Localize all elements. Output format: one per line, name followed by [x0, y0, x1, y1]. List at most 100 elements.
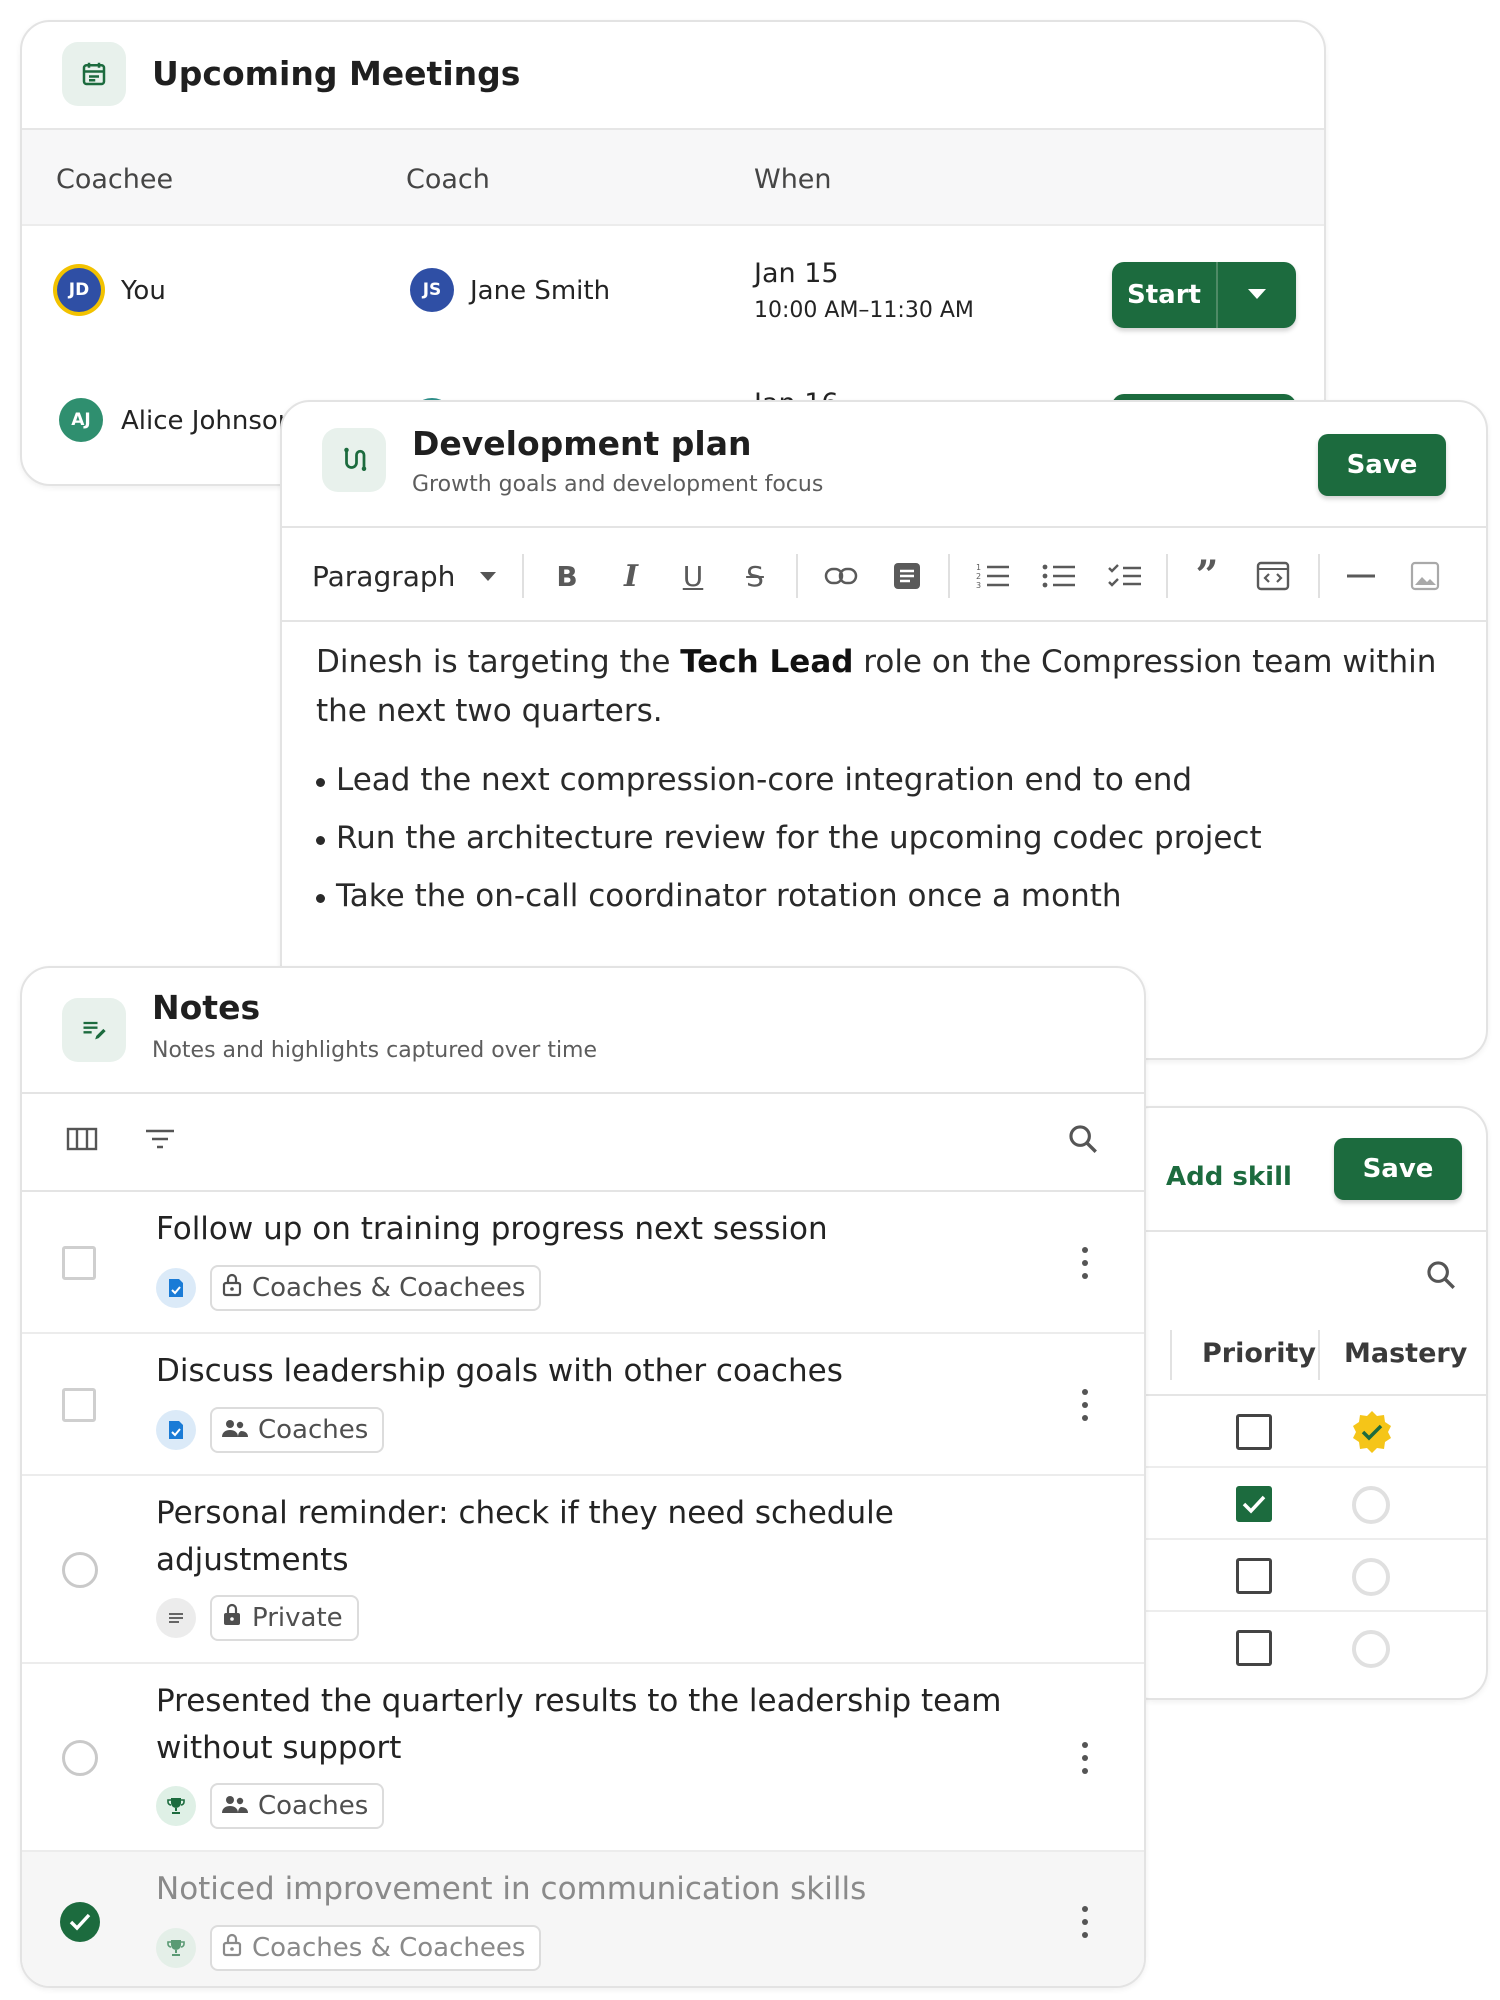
visibility-badge: Coaches & Coachees [210, 1925, 542, 1971]
devplan-subtitle: Growth goals and development focus [412, 472, 824, 497]
plan-intro[interactable]: Dinesh is targeting the Tech Lead role o… [316, 638, 1456, 736]
image-icon[interactable] [1402, 554, 1448, 598]
coach-name: Jane Smith [470, 276, 611, 306]
avatar: JS [410, 268, 454, 312]
list-item[interactable]: Follow up on training progress next sess… [22, 1192, 1144, 1334]
visibility-label: Coaches [258, 1791, 369, 1821]
visibility-label: Private [252, 1603, 343, 1633]
skills-save-button[interactable]: Save [1334, 1138, 1462, 1200]
visibility-label: Coaches & Coachees [252, 1933, 526, 1963]
visibility-label: Coaches & Coachees [252, 1273, 526, 1303]
skills-card: Add skill Save Priority Mastery [1120, 1106, 1488, 1700]
list-item[interactable]: Discuss leadership goals with other coac… [22, 1334, 1144, 1476]
toolbar-separator [1166, 554, 1168, 598]
search-icon[interactable] [1424, 1258, 1458, 1296]
col-priority: Priority [1202, 1338, 1316, 1369]
visibility-badge: Coaches [210, 1407, 385, 1453]
more-options-icon[interactable] [1080, 1742, 1090, 1774]
plan-bullet[interactable]: Take the on-call coordinator rotation on… [316, 878, 1122, 914]
coachee-name: Alice Johnson [121, 406, 295, 436]
mastery-radio[interactable] [1352, 1486, 1390, 1524]
priority-checkbox[interactable] [1236, 1558, 1272, 1594]
avatar: JD [57, 268, 101, 312]
divider [1122, 1230, 1486, 1232]
visibility-badge: Coaches [210, 1783, 385, 1829]
more-options-icon[interactable] [1080, 1389, 1090, 1421]
group-icon [222, 1415, 248, 1445]
table-row [1122, 1396, 1486, 1468]
more-options-icon[interactable] [1080, 1906, 1090, 1938]
list-item[interactable]: Noticed improvement in communication ski… [22, 1852, 1144, 1986]
toolbar-separator [522, 554, 524, 598]
priority-checkbox[interactable] [1236, 1630, 1272, 1666]
add-skill-button[interactable]: Add skill [1122, 1152, 1292, 1202]
skills-table-header: Priority Mastery [1122, 1314, 1486, 1396]
lock-icon [222, 1603, 242, 1634]
columns-icon[interactable] [66, 1126, 98, 1156]
plan-bullet[interactable]: Lead the next compression-core integrati… [315, 762, 1192, 798]
start-button[interactable]: Start [1112, 262, 1216, 328]
priority-checkbox[interactable] [1236, 1486, 1272, 1522]
note-checkbox[interactable] [62, 1388, 96, 1422]
bold-icon[interactable]: B [544, 554, 590, 598]
trophy-icon [156, 1928, 196, 1968]
note-radio[interactable] [62, 1552, 98, 1588]
quote-icon[interactable]: ” [1184, 554, 1230, 598]
visibility-label: Coaches [258, 1415, 369, 1445]
route-icon [322, 428, 386, 492]
note-title: Personal reminder: check if they need sc… [156, 1495, 894, 1578]
italic-icon[interactable]: I [608, 554, 654, 598]
priority-checkbox[interactable] [1236, 1414, 1272, 1450]
code-block-icon[interactable] [1248, 554, 1298, 598]
list-item[interactable]: Presented the quarterly results to the l… [22, 1664, 1144, 1852]
column-separator [1170, 1330, 1172, 1380]
column-separator [1318, 1330, 1320, 1380]
notes-card: Notes Notes and highlights captured over… [20, 966, 1146, 1988]
link-icon[interactable] [818, 554, 864, 598]
table-row [1122, 1468, 1486, 1540]
mastery-badge-icon[interactable] [1348, 1408, 1396, 1460]
table-row [1122, 1612, 1486, 1684]
caret-down-icon [479, 567, 497, 586]
meeting-date: Jan 15 [754, 258, 839, 289]
horizontal-rule-icon[interactable] [1338, 554, 1384, 598]
block-type-select[interactable]: Paragraph [312, 554, 502, 598]
bullet-list-icon[interactable] [1034, 554, 1084, 598]
table-row [1122, 1540, 1486, 1612]
coachee-name: You [121, 276, 166, 306]
more-options-icon[interactable] [1080, 1247, 1090, 1279]
text-block-icon[interactable] [884, 554, 930, 598]
search-icon[interactable] [1066, 1122, 1100, 1160]
group-icon [222, 1791, 248, 1821]
col-when: When [754, 164, 832, 195]
mastery-radio[interactable] [1352, 1558, 1390, 1596]
visibility-badge: Coaches & Coachees [210, 1265, 542, 1311]
calendar-icon [62, 42, 126, 106]
note-checkbox[interactable] [62, 1246, 96, 1280]
plan-bullet[interactable]: Run the architecture review for the upco… [316, 820, 1262, 856]
svg-text:2: 2 [976, 572, 981, 581]
underline-icon[interactable]: U [670, 554, 716, 598]
strikethrough-icon[interactable]: S [732, 554, 778, 598]
filter-icon[interactable] [144, 1126, 176, 1156]
caret-down-icon [1246, 286, 1268, 305]
notes-title: Notes [152, 988, 261, 1027]
completed-check-icon[interactable] [60, 1902, 100, 1942]
mastery-radio[interactable] [1352, 1630, 1390, 1668]
note-title: Discuss leadership goals with other coac… [156, 1353, 843, 1389]
checklist-icon[interactable] [1100, 554, 1150, 598]
toolbar-separator [796, 554, 798, 598]
avatar: AJ [59, 398, 103, 442]
meetings-title: Upcoming Meetings [152, 54, 521, 93]
lock-icon [222, 1933, 242, 1964]
block-type-value: Paragraph [312, 559, 456, 593]
list-item[interactable]: Personal reminder: check if they need sc… [22, 1476, 1144, 1664]
trophy-icon [156, 1786, 196, 1826]
note-title: Noticed improvement in communication ski… [156, 1871, 867, 1907]
start-split-button: Start [1112, 262, 1296, 328]
numbered-list-icon[interactable]: 123 [968, 554, 1018, 598]
devplan-save-button[interactable]: Save [1318, 434, 1446, 496]
note-radio[interactable] [62, 1740, 98, 1776]
editor-toolbar: Paragraph B I U S 123 ” [282, 526, 1486, 622]
start-options-button[interactable] [1218, 262, 1296, 328]
